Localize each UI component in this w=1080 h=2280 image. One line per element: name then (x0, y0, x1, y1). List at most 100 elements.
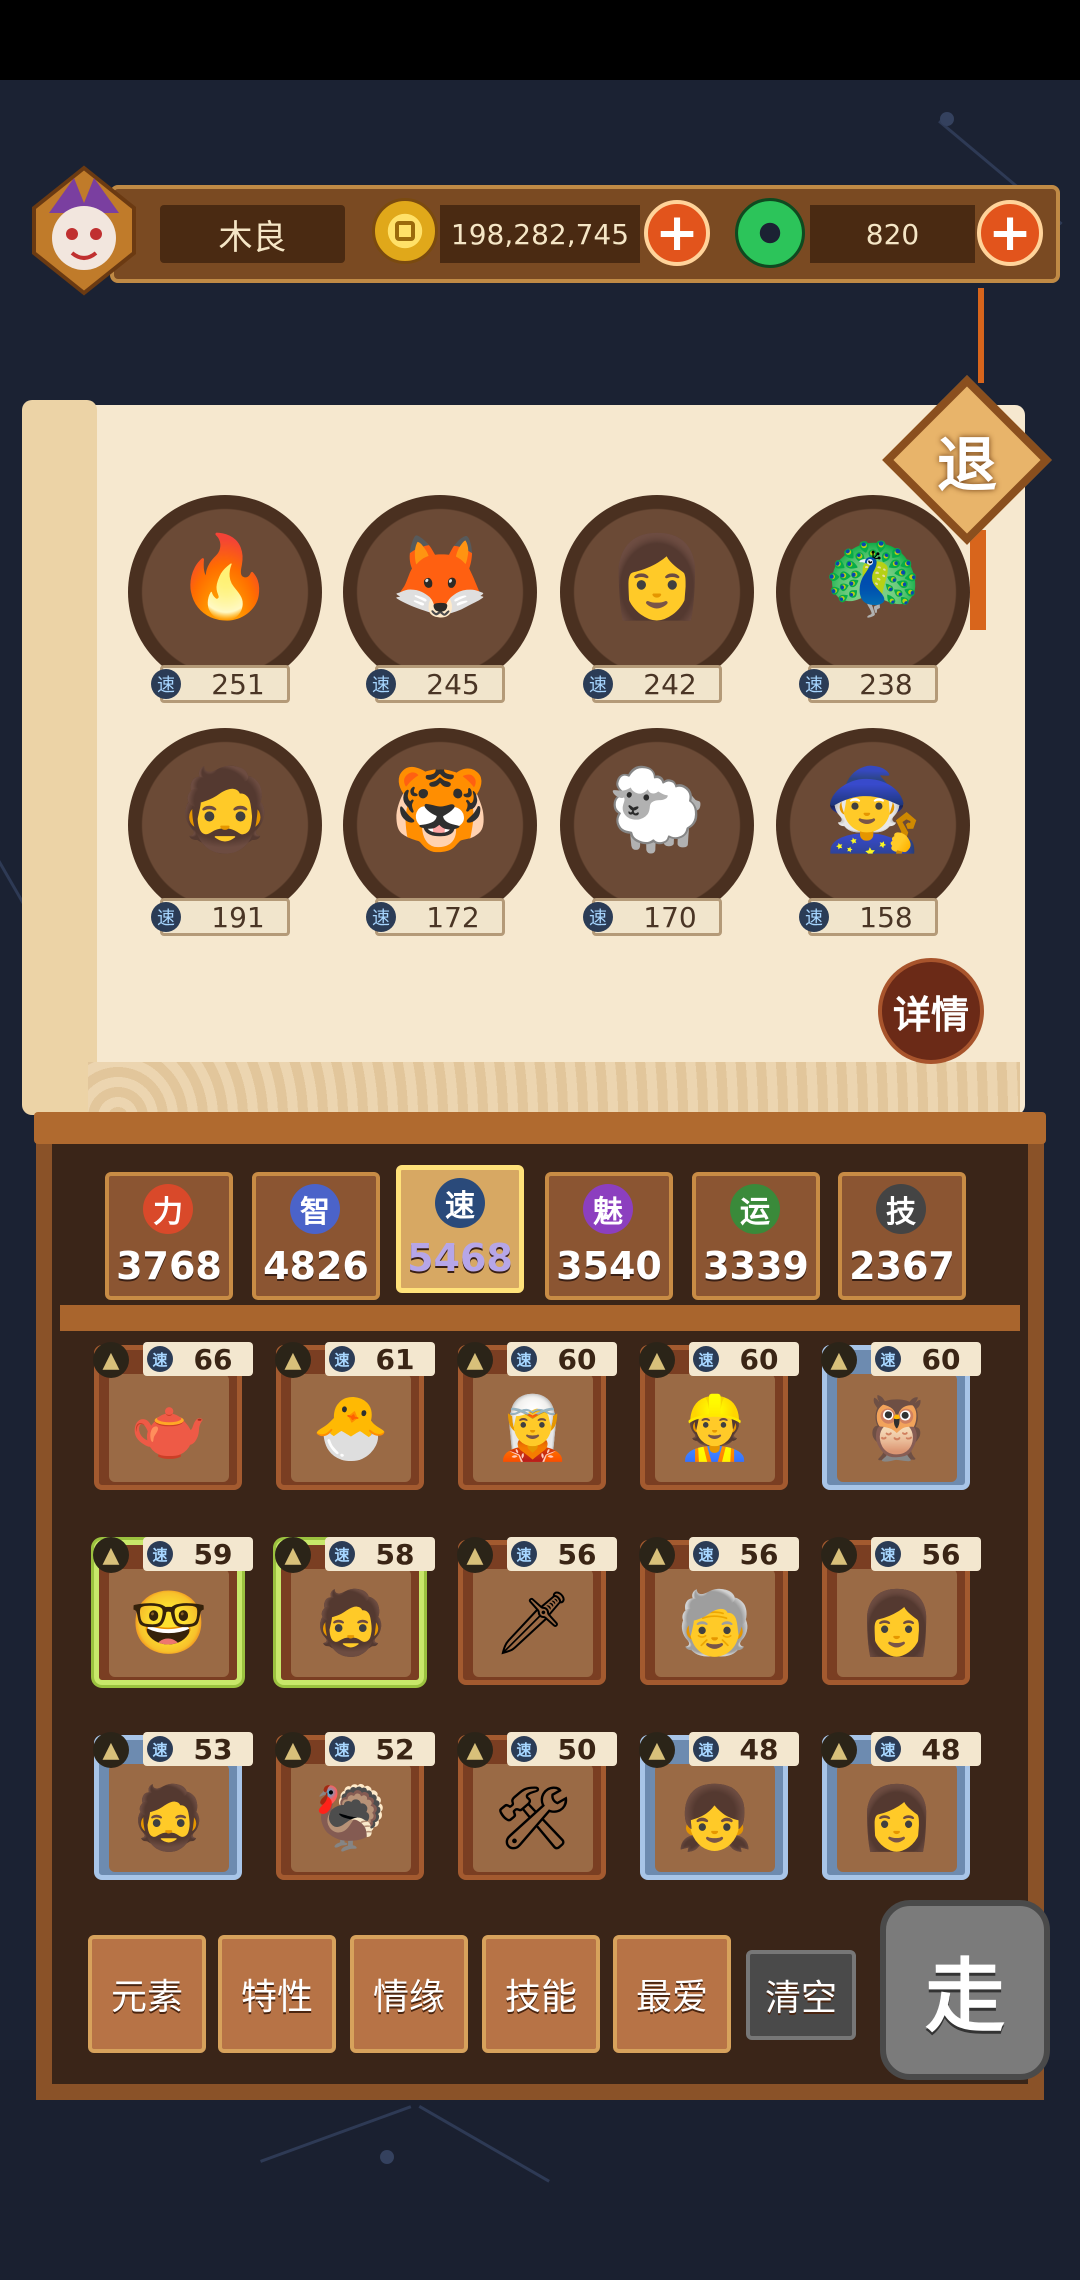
detail-button[interactable]: 详情 (878, 958, 984, 1064)
card-speed-tag: 速 61 (325, 1342, 435, 1376)
speed-icon: 速 (147, 1346, 173, 1372)
filter-button[interactable]: 元素 (88, 1935, 206, 2053)
stat-icon: 魅 (583, 1184, 633, 1234)
speed-icon: 速 (875, 1541, 901, 1567)
rank-icon: ▲ (457, 1537, 493, 1573)
jester-avatar-icon[interactable] (14, 158, 154, 298)
stat-tab[interactable]: 运 3339 (692, 1172, 820, 1300)
hero-card[interactable]: 🗡 ▲ 速 56 (457, 1537, 617, 1685)
hero-icon: 🔥 (175, 530, 275, 624)
go-button[interactable]: 走 (880, 1900, 1050, 2080)
add-jade-button[interactable]: + (977, 200, 1043, 266)
card-speed-value: 50 (557, 1732, 597, 1766)
speed-icon: 速 (329, 1346, 355, 1372)
hero-portrait-icon: 👧 (655, 1764, 775, 1872)
rank-icon: ▲ (457, 1342, 493, 1378)
top-hero-portrait[interactable]: 👩 (560, 495, 754, 689)
hero-portrait-icon: 👷 (655, 1374, 775, 1482)
exit-hanger (978, 288, 984, 383)
hero-portrait-icon: 👩 (837, 1569, 957, 1677)
scroll-roll (22, 400, 97, 1115)
stat-value: 3768 (116, 1244, 222, 1288)
speed-icon: 速 (875, 1346, 901, 1372)
top-hero-portrait[interactable]: 🦚 (776, 495, 970, 689)
shelf-divider (60, 1305, 1020, 1331)
clear-button[interactable]: 清空 (746, 1950, 856, 2040)
stat-tab[interactable]: 力 3768 (105, 1172, 233, 1300)
speed-icon: 速 (366, 902, 396, 932)
top-hero-portrait[interactable]: 🧙 (776, 728, 970, 922)
speed-icon: 速 (693, 1541, 719, 1567)
hero-portrait-icon: 🧓 (655, 1569, 775, 1677)
hero-card[interactable]: 👷 ▲ 速 60 (639, 1342, 799, 1490)
speed-icon: 速 (147, 1541, 173, 1567)
hero-card[interactable]: 🦉 ▲ 速 60 (821, 1342, 981, 1490)
hero-speed-tag: 速 158 (799, 898, 938, 936)
card-speed-value: 66 (193, 1342, 233, 1376)
card-speed-value: 56 (739, 1537, 779, 1571)
hero-card[interactable]: 🦃 ▲ 速 52 (275, 1732, 435, 1880)
hero-card[interactable]: 🧔 ▲ 速 53 (93, 1732, 253, 1880)
card-speed-tag: 速 56 (689, 1537, 799, 1571)
hero-card[interactable]: 👧 ▲ 速 48 (639, 1732, 799, 1880)
add-gold-button[interactable]: + (644, 200, 710, 266)
hero-card[interactable]: 👩 ▲ 速 48 (821, 1732, 981, 1880)
card-speed-value: 53 (193, 1732, 233, 1766)
stat-tab[interactable]: 技 2367 (838, 1172, 966, 1300)
stat-value: 5468 (407, 1236, 513, 1280)
constellation-star (380, 2150, 394, 2164)
card-speed-tag: 速 52 (325, 1732, 435, 1766)
hero-portrait-icon: 🛠 (473, 1764, 593, 1872)
top-hero-portrait[interactable]: 🔥 (128, 495, 322, 689)
top-hero-portrait[interactable]: 🦊 (343, 495, 537, 689)
card-speed-tag: 速 56 (871, 1537, 981, 1571)
hero-speed-value: 172 (426, 900, 480, 934)
speed-icon: 速 (583, 669, 613, 699)
hero-card[interactable]: 🧔 ▲ 速 58 (275, 1537, 435, 1685)
stat-icon: 技 (876, 1184, 926, 1234)
filter-button[interactable]: 技能 (482, 1935, 600, 2053)
hero-icon: 🐯 (390, 763, 490, 857)
hero-card[interactable]: 🫖 ▲ 速 66 (93, 1342, 253, 1490)
stat-value: 3540 (556, 1244, 662, 1288)
stat-value: 2367 (849, 1244, 955, 1288)
card-speed-value: 48 (921, 1732, 961, 1766)
hero-icon: 🧔 (175, 763, 275, 857)
speed-icon: 速 (583, 902, 613, 932)
hero-card[interactable]: 🛠 ▲ 速 50 (457, 1732, 617, 1880)
scroll-wave-pattern (88, 1062, 1020, 1112)
hero-speed-value: 245 (426, 667, 480, 701)
stat-tab[interactable]: 魅 3540 (545, 1172, 673, 1300)
filter-button[interactable]: 最爱 (613, 1935, 731, 2053)
rank-icon: ▲ (821, 1342, 857, 1378)
hero-portrait-icon: 🧔 (291, 1569, 411, 1677)
card-speed-value: 60 (739, 1342, 779, 1376)
hero-icon: 🧙 (823, 763, 923, 857)
hero-portrait-icon: 🧝 (473, 1374, 593, 1482)
filter-button[interactable]: 情缘 (350, 1935, 468, 2053)
hero-card[interactable]: 👩 ▲ 速 56 (821, 1537, 981, 1685)
top-hero-portrait[interactable]: 🧔 (128, 728, 322, 922)
hero-card[interactable]: 🐣 ▲ 速 61 (275, 1342, 435, 1490)
hero-card[interactable]: 🧓 ▲ 速 56 (639, 1537, 799, 1685)
hero-portrait-icon: 🧔 (109, 1764, 229, 1872)
hero-card[interactable]: 🤓 ▲ 速 59 (93, 1537, 253, 1685)
stat-icon: 力 (143, 1184, 193, 1234)
stat-value: 4826 (263, 1244, 369, 1288)
stat-tab[interactable]: 智 4826 (252, 1172, 380, 1300)
card-speed-value: 58 (375, 1537, 415, 1571)
shelf-top-beam (34, 1112, 1046, 1144)
card-speed-value: 56 (557, 1537, 597, 1571)
hero-speed-tag: 速 238 (799, 665, 938, 703)
hero-card[interactable]: 🧝 ▲ 速 60 (457, 1342, 617, 1490)
filter-button[interactable]: 特性 (218, 1935, 336, 2053)
stat-tab[interactable]: 速 5468 (396, 1165, 524, 1293)
top-hero-portrait[interactable]: 🐑 (560, 728, 754, 922)
top-hero-portrait[interactable]: 🐯 (343, 728, 537, 922)
gold-amount: 198,282,745 (440, 205, 640, 263)
rank-icon: ▲ (639, 1342, 675, 1378)
player-name: 木良 (160, 205, 345, 263)
card-speed-tag: 速 60 (507, 1342, 617, 1376)
rank-icon: ▲ (639, 1732, 675, 1768)
card-speed-tag: 速 48 (871, 1732, 981, 1766)
